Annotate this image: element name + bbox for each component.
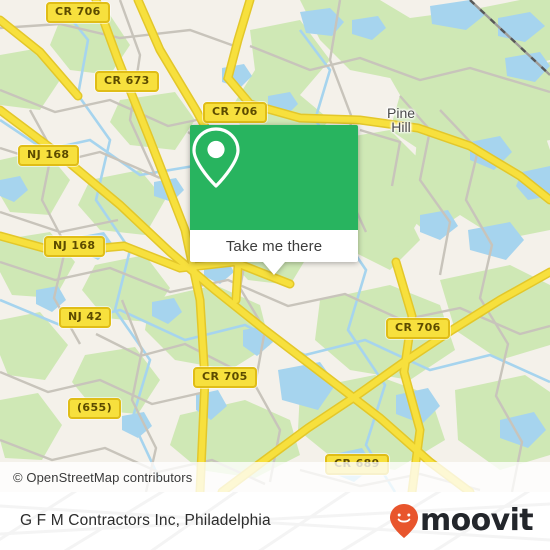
- map-attribution: © OpenStreetMap contributors: [0, 462, 550, 492]
- shield-nj-168-lower[interactable]: NJ 168: [44, 236, 105, 257]
- popup-action-label: Take me there: [225, 237, 323, 255]
- shield-cr-706-right[interactable]: CR 706: [386, 318, 450, 339]
- map-page: CR 706 CR 673 CR 706 NJ 168 NJ 168 NJ 42 CR 70…: [0, 0, 550, 550]
- shield-655[interactable]: (655): [68, 398, 122, 419]
- shield-cr-705[interactable]: CR 705: [193, 367, 257, 388]
- popup-header: [190, 125, 358, 230]
- moovit-brand[interactable]: moovit: [389, 503, 534, 539]
- moovit-wordmark: moovit: [419, 503, 534, 538]
- location-pin-icon: [192, 127, 240, 188]
- shield-nj-168-upper[interactable]: NJ 168: [18, 145, 79, 166]
- shield-cr-673[interactable]: CR 673: [95, 71, 159, 92]
- page-title: G F M Contractors Inc, Philadelphia: [20, 512, 271, 529]
- bottom-bar: G F M Contractors Inc, Philadelphia moov…: [0, 492, 550, 550]
- shield-cr-706-top-center[interactable]: CR 706: [203, 102, 267, 123]
- popup-pointer: [263, 262, 285, 275]
- shield-nj-42[interactable]: NJ 42: [59, 307, 112, 328]
- moovit-smile-pin-icon: [389, 504, 418, 538]
- map-canvas[interactable]: CR 706 CR 673 CR 706 NJ 168 NJ 168 NJ 42 CR 70…: [0, 0, 550, 492]
- shield-cr-706-top-left[interactable]: CR 706: [46, 2, 110, 23]
- popup-action[interactable]: Take me there: [190, 230, 358, 262]
- attribution-text[interactable]: © OpenStreetMap contributors: [13, 470, 192, 485]
- location-popup[interactable]: Take me there: [190, 125, 358, 275]
